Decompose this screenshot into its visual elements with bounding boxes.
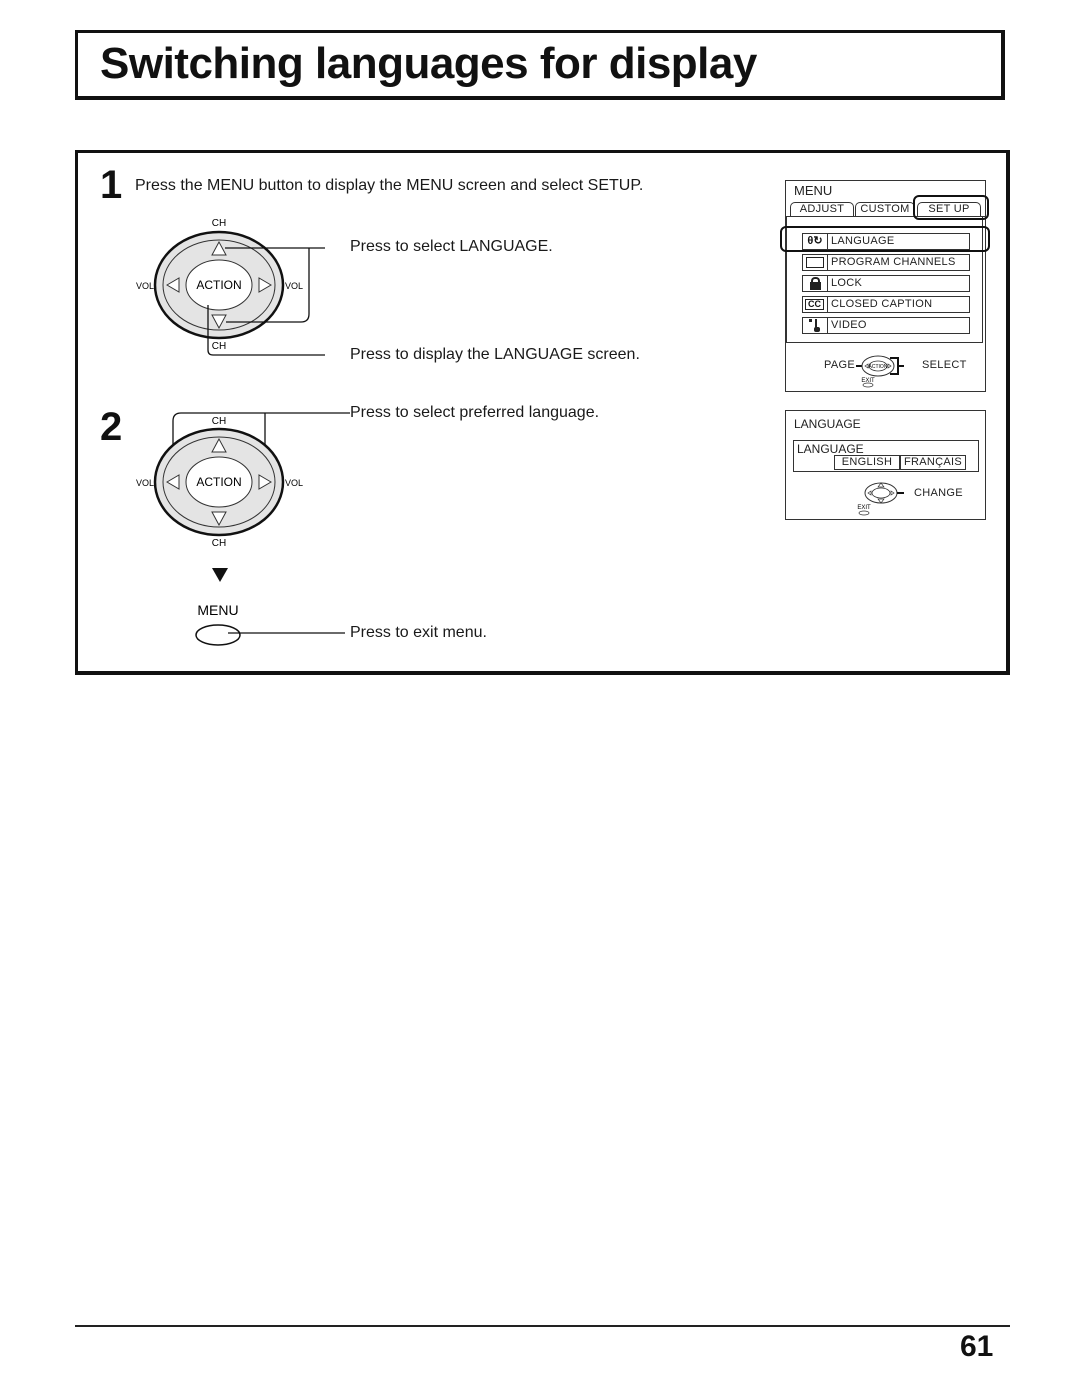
footer-rule — [75, 1325, 1010, 1327]
down-triangle-icon — [212, 568, 228, 582]
vol-right-label: VOL — [285, 478, 303, 488]
option-english[interactable]: ENGLISH — [834, 455, 900, 470]
callout-select-preferred-language: Press to select preferred language. — [350, 404, 600, 421]
language-item-highlight — [780, 226, 990, 252]
mini-dpad-icon: ACTION EXIT — [856, 355, 904, 388]
option-francais[interactable]: FRANÇAIS — [900, 455, 966, 470]
step-1-number: 1 — [100, 163, 123, 207]
action-label: ACTION — [196, 475, 241, 489]
menu-item-lock[interactable]: LOCK — [802, 275, 970, 292]
ch-down-label: CH — [212, 538, 226, 549]
menu-item-closed-caption[interactable]: CC CLOSED CAPTION — [802, 296, 970, 313]
callout-select-language: Press to select LANGUAGE. — [350, 238, 553, 255]
language-field: LANGUAGE ENGLISH FRANÇAIS — [793, 440, 979, 472]
footer-change-label: CHANGE — [914, 487, 963, 499]
menu-button-label: MENU — [197, 602, 238, 618]
menu-button[interactable] — [195, 624, 241, 646]
callout-exit-menu: Press to exit menu. — [350, 624, 487, 641]
video-icon — [803, 318, 828, 333]
ch-up-label: CH — [212, 218, 226, 229]
vol-left-label: VOL — [136, 478, 154, 488]
lock-icon — [803, 276, 828, 291]
language-screen: LANGUAGE LANGUAGE ENGLISH FRANÇAIS EXIT … — [785, 410, 986, 520]
menu-screen-title: MENU — [794, 183, 833, 198]
footer-select-label: SELECT — [922, 359, 967, 371]
remote-pad-step1: CH ACTION VOL VOL CH — [136, 218, 325, 356]
tab-adjust[interactable]: ADJUST — [790, 202, 854, 216]
language-field-label: LANGUAGE — [797, 442, 864, 456]
vol-right-label: VOL — [285, 281, 303, 291]
menu-item-program-channels[interactable]: PROGRAM CHANNELS — [802, 254, 970, 271]
vol-left-label: VOL — [136, 281, 154, 291]
svg-text:EXIT: EXIT — [857, 505, 871, 511]
menu-item-video[interactable]: VIDEO — [802, 317, 970, 334]
ch-down-label: CH — [212, 341, 226, 352]
tv-screen-icon — [803, 255, 828, 270]
action-label: ACTION — [196, 278, 241, 292]
mini-dpad-icon: EXIT — [857, 482, 904, 516]
svg-text:ACTION: ACTION — [869, 364, 888, 370]
page-number: 61 — [960, 1330, 994, 1363]
step-2-number: 2 — [100, 405, 123, 449]
menu-item-label: CLOSED CAPTION — [831, 298, 933, 310]
tab-custom[interactable]: CUSTOM — [855, 202, 915, 216]
menu-item-label: LOCK — [831, 277, 863, 289]
remote-pad-step2: CH ACTION VOL VOL CH — [136, 412, 350, 549]
title-box: Switching languages for display — [75, 30, 1005, 100]
step-1-text: Press the MENU button to display the MEN… — [135, 177, 644, 194]
menu-item-label: PROGRAM CHANNELS — [831, 256, 956, 268]
footer-page-label: PAGE — [824, 359, 855, 371]
menu-item-label: VIDEO — [831, 319, 867, 331]
page-title: Switching languages for display — [100, 39, 757, 88]
setup-tab-highlight — [913, 195, 989, 220]
menu-button-diagram: MENU — [195, 568, 345, 646]
closed-caption-icon: CC — [803, 297, 828, 312]
ch-up-label: CH — [212, 416, 226, 427]
callout-display-language-screen: Press to display the LANGUAGE screen. — [350, 346, 640, 363]
language-screen-title: LANGUAGE — [794, 417, 861, 431]
